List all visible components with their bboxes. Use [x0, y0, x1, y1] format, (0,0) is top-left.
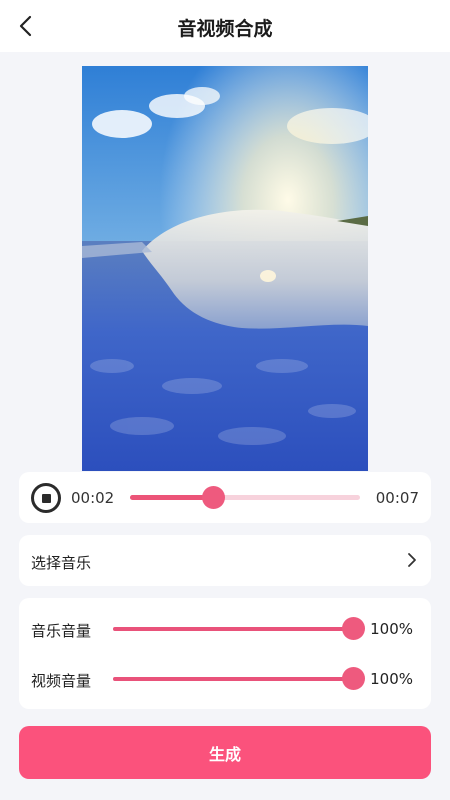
total-time: 00:07: [375, 489, 419, 507]
music-volume-fill: [113, 627, 353, 631]
music-volume-thumb[interactable]: [342, 617, 365, 640]
video-volume-fill: [113, 677, 353, 681]
music-volume-label: 音乐音量: [31, 622, 92, 640]
generate-button[interactable]: 生成: [19, 726, 431, 779]
video-volume-slider[interactable]: [113, 667, 365, 690]
top-bar: 音视频合成: [0, 0, 450, 52]
chevron-right-icon: [408, 553, 416, 567]
video-frame-image: [82, 66, 368, 471]
volume-panel: 音乐音量 100% 视频音量 100%: [19, 598, 431, 709]
video-volume-value: 100%: [370, 670, 413, 688]
page-title: 音视频合成: [177, 18, 273, 40]
select-music-label: 选择音乐: [31, 554, 92, 572]
playback-bar: 00:02 00:07: [19, 472, 431, 523]
playback-progress-fill: [130, 495, 213, 500]
playback-progress-slider[interactable]: [130, 486, 360, 509]
current-time: 00:02: [71, 489, 115, 507]
playback-progress-thumb[interactable]: [201, 486, 225, 509]
select-music-row[interactable]: 选择音乐: [19, 535, 431, 586]
stop-button[interactable]: [31, 483, 61, 513]
video-volume-row: 视频音量 100%: [19, 664, 431, 694]
video-volume-label: 视频音量: [31, 672, 92, 690]
music-volume-slider[interactable]: [113, 617, 365, 640]
music-volume-row: 音乐音量 100%: [19, 614, 431, 644]
music-volume-value: 100%: [370, 620, 413, 638]
video-preview[interactable]: [82, 66, 368, 471]
video-volume-thumb[interactable]: [342, 667, 365, 690]
stop-icon: [41, 493, 51, 503]
